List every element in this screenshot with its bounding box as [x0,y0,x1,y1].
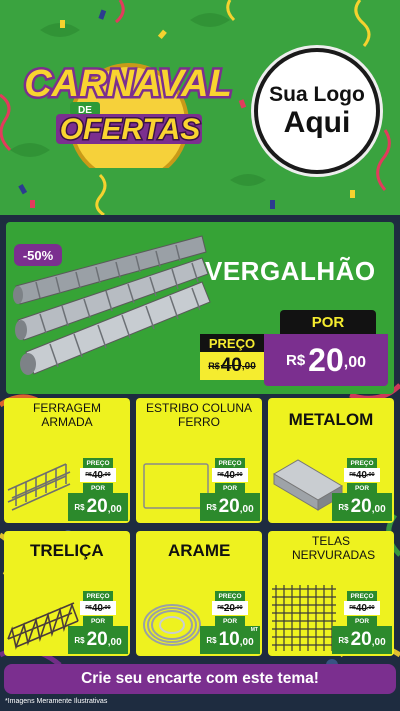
old-price: R$ 40,00 [344,468,380,482]
new-int: 20 [350,629,372,650]
hero-new-price: R$ 20,00 [264,334,388,386]
new-dec: ,00 [371,503,386,515]
product-name: TELAS NERVURADAS [292,534,376,562]
new-dec: ,00 [371,636,386,648]
your-logo-placeholder[interactable]: Sua Logo Aqui [254,48,380,174]
old-price: R$ 20,00 [212,601,248,615]
new-int: 20 [350,496,372,517]
disclaimer-text: *Imagens Meramente Ilustrativas [5,698,108,705]
old-int: 40 [223,469,235,481]
hero-por-label: POR [280,310,376,334]
product-card-ferragem-armada[interactable]: FERRAGEM ARMADA PREÇO R$ 40,00 POR R$ 20,0… [4,398,130,523]
new-dec: ,00 [107,636,122,648]
new-dec: ,00 [239,503,254,515]
new-price: R$ 20,00 [200,493,260,521]
preco-label: PREÇO [347,458,377,468]
price-tag: PREÇO R$ 40,00 POR R$ 20,00 [332,591,392,654]
logo-line3: OFERTAS [60,113,201,146]
your-logo-line1: Sua Logo [269,82,365,106]
hero-old-int: 40 [220,355,242,376]
discount-badge: -50% [14,244,62,266]
product-card-metalom[interactable]: METALOM PREÇO R$ 40,00 POR R$ 20,00 [268,398,394,523]
por-label: POR [347,483,377,493]
old-dec: ,00 [234,605,243,611]
new-price: R$ 20,00 [68,626,128,654]
preco-label: PREÇO [215,591,245,601]
new-currency: R$ [74,502,85,512]
new-int: 10 [218,629,240,650]
create-flyer-button[interactable]: Crie seu encarte com este tema! [4,664,396,694]
new-price: R$ 20,00 [68,493,128,521]
price-tag: PREÇO R$ 40,00 POR R$ 20,00 [200,458,260,521]
hero-old-currency: R$ [208,361,220,371]
hero-new-int: 20 [308,341,344,378]
product-name: FERRAGEM ARMADA [32,401,101,429]
new-int: 20 [86,629,108,650]
new-currency: R$ [74,635,85,645]
new-int: 20 [86,496,108,517]
old-int: 40 [91,469,103,481]
old-int: 20 [223,602,235,614]
por-label: POR [83,616,113,626]
product-name: METALOM [288,410,374,429]
preco-label: PREÇO [83,458,113,468]
product-card-telas-nervuradas[interactable]: TELAS NERVURADAS PREÇO R$ 40,00 POR R$ 20,… [268,531,394,656]
hero-preco-label: PREÇO [200,334,264,352]
unit-label: MT [250,627,258,633]
price-tag: PREÇO R$ 20,00 POR R$ 10,00 MT [200,591,260,654]
product-name: ARAME [168,541,231,560]
product-card-trelica[interactable]: TRELIÇA PREÇO R$ 40,00 POR R$ 20,00 [4,531,130,656]
price-tag: PREÇO R$ 40,00 POR R$ 20,00 [68,591,128,654]
por-label: POR [347,616,377,626]
old-dec: ,00 [102,472,111,478]
header-banner: CARNAVAL DE OFERTAS Sua Logo Aqui [0,0,400,215]
old-int: 40 [355,602,367,614]
new-int: 20 [218,496,240,517]
old-dec: ,00 [234,472,243,478]
new-price: R$ 10,00 MT [200,626,260,654]
old-price: R$ 40,00 [212,468,248,482]
old-price: R$ 40,00 [344,601,380,615]
old-price: R$ 40,00 [80,601,116,615]
old-dec: ,00 [102,605,111,611]
new-price: R$ 20,00 [332,626,392,654]
hero-new-dec: ,00 [343,354,367,371]
new-dec: ,00 [107,503,122,515]
preco-label: PREÇO [347,591,377,601]
old-dec: ,00 [366,605,375,611]
old-int: 40 [355,469,367,481]
preco-label: PREÇO [215,458,245,468]
product-card-arame[interactable]: ARAME PREÇO R$ 20,00 POR R$ 10,00 MT [136,531,262,656]
hero-old-price: R$ 40,00 [200,352,264,380]
preco-label: PREÇO [83,591,113,601]
product-card-estribo-coluna-ferro[interactable]: ESTRIBO COLUNA FERRO PREÇO R$ 40,00 POR R… [136,398,262,523]
carnaval-de-ofertas-logo-icon: CARNAVAL DE OFERTAS [22,61,234,168]
your-logo-line2: Aqui [283,106,351,140]
por-label: POR [215,483,245,493]
price-tag: PREÇO R$ 40,00 POR R$ 20,00 [332,458,392,521]
por-label: POR [83,483,113,493]
hero-product-name: VERGALHÃO [205,256,376,286]
new-price: R$ 20,00 [332,493,392,521]
por-label: POR [215,616,245,626]
new-currency: R$ [206,635,217,645]
product-name: ESTRIBO COLUNA FERRO [145,401,253,429]
product-name: TRELIÇA [30,541,104,560]
hero-new-currency: R$ [285,351,306,369]
old-price: R$ 40,00 [80,468,116,482]
new-currency: R$ [338,502,349,512]
new-dec: ,00 [239,636,254,648]
price-tag: PREÇO R$ 40,00 POR R$ 20,00 [68,458,128,521]
new-currency: R$ [338,635,349,645]
old-dec: ,00 [366,472,375,478]
new-currency: R$ [206,502,217,512]
hero-old-dec: ,00 [241,360,256,372]
logo-line1: CARNAVAL [24,63,232,105]
old-int: 40 [91,602,103,614]
